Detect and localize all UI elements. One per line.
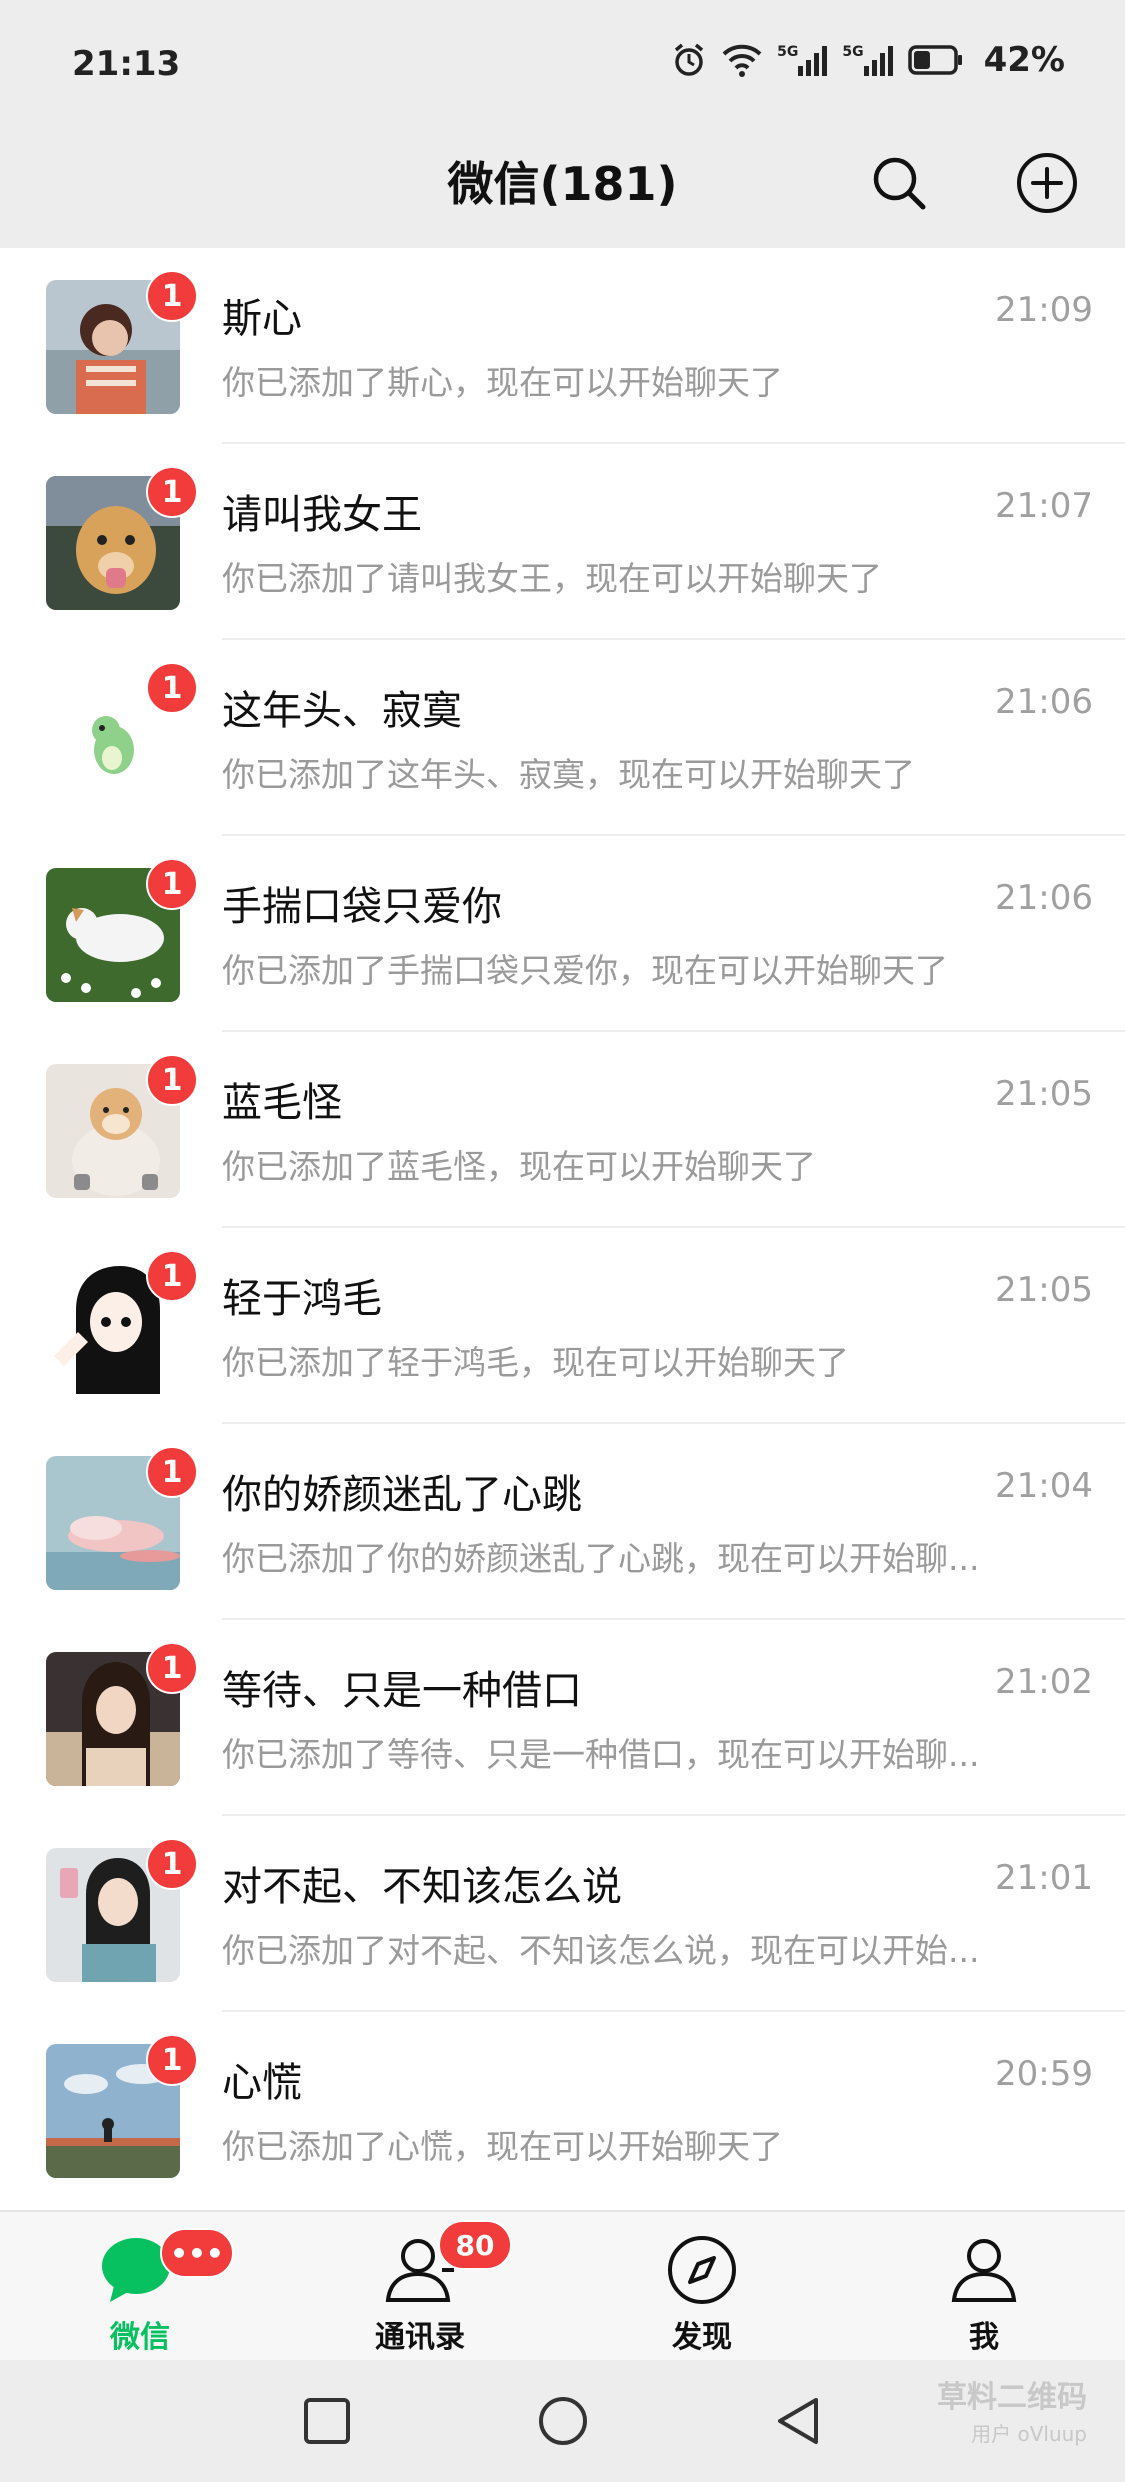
alarm-icon bbox=[671, 42, 707, 78]
chat-time: 21:06 bbox=[995, 682, 1093, 722]
chat-row[interactable]: 1 对不起、不知该怎么说 21:01 你已添加了对不起、不知该怎么说，现在可以开… bbox=[0, 1816, 1125, 2012]
status-time: 21:13 bbox=[72, 44, 181, 84]
unread-badge: 1 bbox=[146, 1054, 198, 1106]
status-icons: 5G 5G 42% bbox=[671, 40, 1065, 80]
tab-contacts[interactable]: 80 通讯录 bbox=[320, 2212, 520, 2362]
chat-time: 21:06 bbox=[995, 878, 1093, 918]
triangle-back-icon bbox=[778, 2398, 818, 2444]
chat-name: 轻于鸿毛 bbox=[222, 1276, 382, 1322]
unread-badge: 1 bbox=[146, 662, 198, 714]
square-icon bbox=[304, 2398, 350, 2444]
signal-icon-sim1: 5G bbox=[777, 44, 828, 76]
unread-badge: 1 bbox=[146, 2034, 198, 2086]
tab-label: 微信 bbox=[110, 2320, 170, 2355]
chat-preview: 你已添加了请叫我女王，现在可以开始聊天了 bbox=[222, 559, 882, 598]
chat-name: 这年头、寂寞 bbox=[222, 688, 462, 734]
title-bar: 微信(181) bbox=[0, 130, 1125, 248]
chat-name: 手揣口袋只爱你 bbox=[222, 884, 502, 930]
chat-time: 21:05 bbox=[995, 1074, 1093, 1114]
compass-icon bbox=[668, 2236, 736, 2304]
chat-row[interactable]: 1 斯心 21:09 你已添加了斯心，现在可以开始聊天了 bbox=[0, 248, 1125, 444]
add-button[interactable] bbox=[1012, 148, 1082, 218]
unread-badge: 1 bbox=[146, 270, 198, 322]
chat-name: 你的娇颜迷乱了心跳 bbox=[222, 1472, 582, 1518]
chat-row[interactable]: 1 轻于鸿毛 21:05 你已添加了轻于鸿毛，现在可以开始聊天了 bbox=[0, 1228, 1125, 1424]
chat-time: 21:09 bbox=[995, 290, 1093, 330]
bottom-tab-bar: ••• 微信 80 通讯录 发现 我 bbox=[0, 2210, 1125, 2362]
chat-row[interactable]: 1 心慌 20:59 你已添加了心慌，现在可以开始聊天了 bbox=[0, 2012, 1125, 2208]
chat-preview: 你已添加了蓝毛怪，现在可以开始聊天了 bbox=[222, 1147, 816, 1186]
chat-list: 1 斯心 21:09 你已添加了斯心，现在可以开始聊天了 1 请叫我女王 21:… bbox=[0, 248, 1125, 2210]
circle-icon bbox=[539, 2397, 587, 2445]
chat-time: 21:04 bbox=[995, 1466, 1093, 1506]
plus-circle-icon bbox=[1017, 153, 1077, 213]
chat-row[interactable]: 1 你的娇颜迷乱了心跳 21:04 你已添加了你的娇颜迷乱了心跳，现在可以开始聊… bbox=[0, 1424, 1125, 1620]
tab-label: 通讯录 bbox=[375, 2320, 465, 2355]
unread-badge: 1 bbox=[146, 858, 198, 910]
chat-time: 21:07 bbox=[995, 486, 1093, 526]
unread-badge: 1 bbox=[146, 1642, 198, 1694]
chat-preview: 你已添加了等待、只是一种借口，现在可以开始聊... bbox=[222, 1735, 980, 1774]
chat-row[interactable]: 1 手揣口袋只爱你 21:06 你已添加了手揣口袋只爱你，现在可以开始聊天了 bbox=[0, 836, 1125, 1032]
recents-button[interactable] bbox=[294, 2388, 360, 2454]
chat-name: 请叫我女王 bbox=[222, 492, 422, 538]
page-title: 微信(181) bbox=[447, 157, 678, 211]
signal-icon-sim2: 5G bbox=[842, 44, 893, 76]
chat-preview: 你已添加了这年头、寂寞，现在可以开始聊天了 bbox=[222, 755, 915, 794]
tab-discover[interactable]: 发现 bbox=[602, 2212, 802, 2362]
chat-time: 21:01 bbox=[995, 1858, 1093, 1898]
chat-row[interactable]: 1 等待、只是一种借口 21:02 你已添加了等待、只是一种借口，现在可以开始聊… bbox=[0, 1620, 1125, 1816]
chat-name: 等待、只是一种借口 bbox=[222, 1668, 582, 1714]
chat-name: 斯心 bbox=[222, 296, 302, 342]
battery-icon bbox=[907, 45, 964, 75]
chat-row[interactable]: 1 请叫我女王 21:07 你已添加了请叫我女王，现在可以开始聊天了 bbox=[0, 444, 1125, 640]
tab-chats[interactable]: ••• 微信 bbox=[40, 2212, 240, 2362]
unread-badge: 1 bbox=[146, 1446, 198, 1498]
tab-label: 发现 bbox=[672, 2320, 732, 2355]
watermark: 草料二维码 用户 oVluup bbox=[937, 2372, 1087, 2447]
person-icon bbox=[951, 2239, 1017, 2302]
chat-row[interactable]: 1 蓝毛怪 21:05 你已添加了蓝毛怪，现在可以开始聊天了 bbox=[0, 1032, 1125, 1228]
chat-preview: 你已添加了对不起、不知该怎么说，现在可以开始... bbox=[222, 1931, 980, 1970]
search-button[interactable] bbox=[864, 148, 934, 218]
chat-preview: 你已添加了斯心，现在可以开始聊天了 bbox=[222, 363, 783, 402]
unread-badge: 1 bbox=[146, 466, 198, 518]
back-button[interactable] bbox=[766, 2388, 832, 2454]
chat-name: 蓝毛怪 bbox=[222, 1080, 342, 1126]
unread-badge: 1 bbox=[146, 1250, 198, 1302]
chat-time: 20:59 bbox=[995, 2054, 1093, 2094]
tab-me[interactable]: 我 bbox=[884, 2212, 1084, 2362]
status-bar: 21:13 5G 5G 42% bbox=[0, 0, 1125, 130]
home-button[interactable] bbox=[530, 2388, 596, 2454]
chat-preview: 你已添加了轻于鸿毛，现在可以开始聊天了 bbox=[222, 1343, 849, 1382]
watermark-user: 用户 oVluup bbox=[971, 2422, 1087, 2446]
wifi-icon bbox=[721, 42, 763, 78]
watermark-title: 草料二维码 bbox=[937, 2380, 1087, 2415]
battery-percent: 42% bbox=[983, 40, 1065, 80]
unread-badge: 1 bbox=[146, 1838, 198, 1890]
tab-badge-more: ••• bbox=[160, 2228, 234, 2278]
chat-time: 21:02 bbox=[995, 1662, 1093, 1702]
chat-row[interactable]: 1 这年头、寂寞 21:06 你已添加了这年头、寂寞，现在可以开始聊天了 bbox=[0, 640, 1125, 836]
system-nav-bar: 草料二维码 用户 oVluup bbox=[0, 2360, 1125, 2482]
search-icon bbox=[873, 157, 926, 210]
tab-badge-count: 80 bbox=[438, 2220, 512, 2270]
tab-label: 我 bbox=[969, 2320, 999, 2355]
chat-name: 对不起、不知该怎么说 bbox=[222, 1864, 622, 1910]
chat-preview: 你已添加了心慌，现在可以开始聊天了 bbox=[222, 2127, 783, 2166]
chat-name: 心慌 bbox=[222, 2060, 302, 2106]
chat-time: 21:05 bbox=[995, 1270, 1093, 1310]
chat-preview: 你已添加了手揣口袋只爱你，现在可以开始聊天了 bbox=[222, 951, 948, 990]
chat-preview: 你已添加了你的娇颜迷乱了心跳，现在可以开始聊... bbox=[222, 1539, 980, 1578]
